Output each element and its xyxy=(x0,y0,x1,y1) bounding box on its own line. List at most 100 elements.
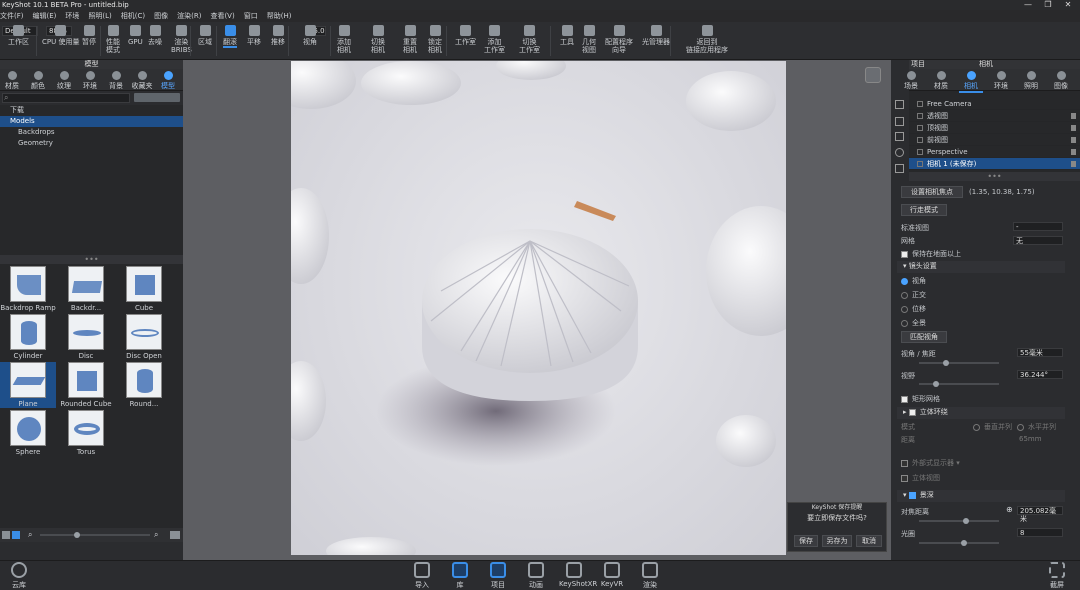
lock-icon[interactable] xyxy=(1071,149,1076,155)
bottom-button[interactable]: 导入 xyxy=(407,562,437,590)
menu-item[interactable]: 照明(L) xyxy=(88,12,111,20)
toolbar-button[interactable]: 切换 工作室 xyxy=(519,25,540,54)
cancel-button[interactable]: 取消 xyxy=(856,535,882,547)
menu-item[interactable]: 窗口 xyxy=(244,12,258,20)
lock-camera-icon[interactable] xyxy=(895,164,904,173)
stereo-horizontal-radio[interactable]: 水平并列 xyxy=(1017,422,1056,432)
zoom-in-icon[interactable]: ⌕ xyxy=(154,530,158,540)
tree-item[interactable]: 下载 xyxy=(0,105,183,116)
zoom-out-icon[interactable]: ⌕ xyxy=(28,530,32,540)
camera-item[interactable]: 前视图 xyxy=(909,134,1080,146)
tab-1[interactable]: 材质 xyxy=(929,70,953,91)
toolbar-button[interactable]: 切换 相机 xyxy=(371,25,385,54)
save-button[interactable]: 保存 xyxy=(794,535,818,547)
menu-item[interactable]: 环境 xyxy=(65,12,79,20)
tree-item[interactable]: Backdrops xyxy=(0,127,183,138)
toolbar-button[interactable]: CPU 使用量 xyxy=(42,25,79,46)
focal-length-slider[interactable] xyxy=(919,360,999,366)
tab-3[interactable]: 环境 xyxy=(78,70,102,91)
bottom-button[interactable]: 项目 xyxy=(483,562,513,590)
tree-item[interactable]: Geometry xyxy=(0,138,183,149)
library-tools-icon[interactable] xyxy=(134,93,180,102)
toolbar-button[interactable]: 平移 xyxy=(247,25,261,46)
stereo-view-checkbox[interactable]: 立体视图 xyxy=(901,473,940,483)
bottom-button[interactable]: 动画 xyxy=(521,562,551,590)
menu-item[interactable]: 图像 xyxy=(154,12,168,20)
tab-2[interactable]: 相机 xyxy=(959,70,983,93)
toolbar-button[interactable]: 配置程序 向导 xyxy=(605,25,633,54)
bottom-button[interactable]: KeyShotXR xyxy=(559,562,597,588)
bottom-button[interactable]: KeyVR xyxy=(597,562,627,588)
toolbar-button[interactable]: 几何 视图 xyxy=(582,25,596,54)
camera-checkbox[interactable] xyxy=(917,137,923,143)
model-thumbnail[interactable]: Backdr... xyxy=(58,266,114,312)
duplicate-camera-icon[interactable] xyxy=(895,117,904,126)
walk-mode-button[interactable]: 行走模式 xyxy=(901,204,947,216)
lock-icon[interactable] xyxy=(1071,137,1076,143)
tab-2[interactable]: 纹理 xyxy=(52,70,76,91)
toolbar-button[interactable]: 渲染 BRIBS xyxy=(171,25,192,54)
tab-5[interactable]: 图像 xyxy=(1049,70,1073,91)
toolbar-button[interactable]: 重置 相机 xyxy=(403,25,417,54)
tab-4[interactable]: 照明 xyxy=(1019,70,1043,91)
shift-grid-checkbox[interactable]: 矩形网格 xyxy=(901,394,940,404)
model-thumbnail[interactable]: Disc Open xyxy=(116,314,172,360)
stereo-vertical-radio[interactable]: 垂直并列 xyxy=(973,422,1012,432)
thumbnail-size-slider[interactable] xyxy=(40,532,150,538)
reset-camera-icon[interactable] xyxy=(895,148,904,157)
field-of-view-slider[interactable] xyxy=(919,381,999,387)
folder-icon[interactable] xyxy=(170,531,180,539)
grid-select[interactable]: 无 xyxy=(1013,236,1063,245)
minimize-button[interactable]: — xyxy=(1018,0,1038,10)
camera-item[interactable]: 相机 1 (未保存) xyxy=(909,158,1080,170)
model-thumbnail[interactable]: Disc xyxy=(58,314,114,360)
aperture-slider[interactable] xyxy=(919,540,999,546)
toolbar-button[interactable]: 返回到 链接应用程序 xyxy=(686,25,728,54)
add-camera-icon[interactable] xyxy=(895,100,904,109)
set-focus-button[interactable]: 设置相机焦点 xyxy=(901,186,963,198)
tab-3[interactable]: 环境 xyxy=(989,70,1013,91)
field-of-view-field[interactable]: 36.244° xyxy=(1017,370,1063,379)
toolbar-button[interactable]: 锁定 相机 xyxy=(428,25,442,54)
focus-distance-field[interactable]: 205.082毫米 xyxy=(1017,506,1063,523)
toolbar-button[interactable]: 工作室 xyxy=(455,25,476,46)
tab-6[interactable]: 模型 xyxy=(156,70,180,93)
focal-length-field[interactable]: 55毫米 xyxy=(1017,348,1063,357)
lock-icon[interactable] xyxy=(1071,113,1076,119)
model-thumbnail[interactable]: Plane xyxy=(0,362,56,408)
focus-distance-slider[interactable] xyxy=(919,518,999,524)
camera-item[interactable]: 透视图 xyxy=(909,110,1080,122)
aperture-field[interactable]: 8 xyxy=(1017,528,1063,537)
close-button[interactable]: ✕ xyxy=(1058,0,1078,10)
toolbar-button[interactable]: 推移 xyxy=(271,25,285,46)
toolbar-button[interactable]: 暂停 xyxy=(82,25,96,46)
toolbar-button[interactable]: 翻滚 xyxy=(223,25,237,48)
menu-item[interactable]: 相机(C) xyxy=(121,12,145,20)
camera-checkbox[interactable] xyxy=(917,113,923,119)
toolbar-button[interactable]: 区域 xyxy=(198,25,212,46)
tab-1[interactable]: 颜色 xyxy=(26,70,50,91)
grid-view-icon[interactable] xyxy=(12,531,20,539)
camera-item[interactable]: 顶视图 xyxy=(909,122,1080,134)
model-thumbnail[interactable]: Torus xyxy=(58,410,114,456)
toolbar-button[interactable]: 工作区 xyxy=(8,25,29,46)
screenshot-button[interactable]: 截屏 xyxy=(1042,562,1072,590)
toolbar-button[interactable]: 光管理器 xyxy=(642,25,670,46)
menu-item[interactable]: 编辑(E) xyxy=(33,12,57,20)
model-thumbnail[interactable]: Cylinder xyxy=(0,314,56,360)
toolbar-button[interactable]: 添加 工作室 xyxy=(484,25,505,54)
camera-checkbox[interactable] xyxy=(917,149,923,155)
camera-checkbox[interactable] xyxy=(917,101,923,107)
keep-above-ground[interactable]: 保持在地面以上 xyxy=(901,249,961,259)
lens-option-radio[interactable]: 全景 xyxy=(901,318,1001,332)
model-thumbnail[interactable]: Rounded Cube xyxy=(58,362,114,408)
menu-item[interactable]: 渲染(R) xyxy=(177,12,201,20)
tab-5[interactable]: 收藏夹 xyxy=(130,70,154,91)
toolbar-button[interactable]: 添加 相机 xyxy=(337,25,351,54)
tree-item[interactable]: Models xyxy=(0,116,183,127)
lens-option-radio[interactable]: 视角 xyxy=(901,276,1001,290)
list-view-icon[interactable] xyxy=(2,531,10,539)
dof-section-header[interactable]: ▾ 景深 xyxy=(897,490,1065,502)
render-status-icon[interactable] xyxy=(865,67,881,83)
viewport[interactable]: KeyShot 保存提醒 要立即保存文件吗? 保存 另存为 取消 xyxy=(183,60,891,560)
